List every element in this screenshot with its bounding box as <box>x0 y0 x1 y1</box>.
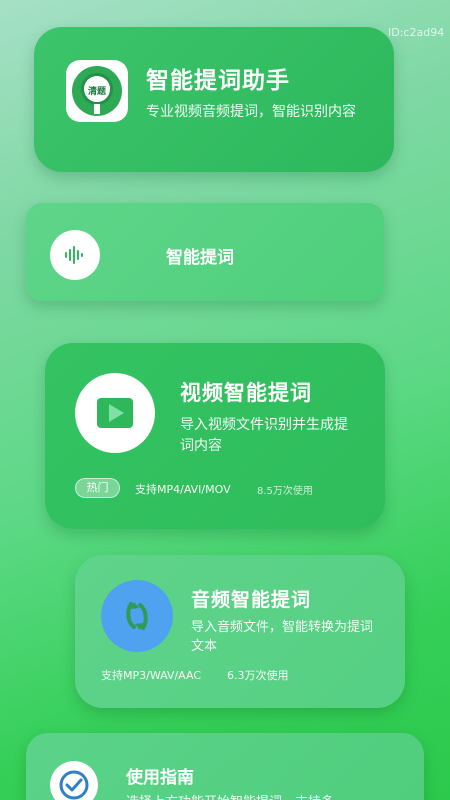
guide-card[interactable]: 使用指南 选择上方功能开始智能提词，支持多 <box>26 733 424 800</box>
video-description: 导入视频文件识别并生成提词内容 <box>180 417 348 454</box>
guide-description: 选择上方功能开始智能提词，支持多 <box>126 791 334 800</box>
video-prompt-card[interactable]: 视频智能提词 导入视频文件识别并生成提词内容 热门 支持MP4/AVI/MOV … <box>45 343 385 529</box>
audio-usage-count: 6.3万次使用 <box>227 669 289 682</box>
assistant-card[interactable]: 清题 智能提词助手 专业视频音频提词，智能识别内容 <box>34 27 394 172</box>
check-circle-icon <box>50 761 98 800</box>
assistant-description: 专业视频音频提词，智能识别内容 <box>146 104 356 120</box>
video-usage-count: 8.5万次使用 <box>257 486 313 497</box>
sound-wave-icon <box>50 230 100 280</box>
smart-prompt-label: 智能提词 <box>166 248 234 268</box>
audio-prompt-card[interactable]: 音频智能提词 导入音频文件，智能转换为提词文本 支持MP3/WAV/AAC 6.… <box>75 555 405 708</box>
guide-title: 使用指南 <box>126 768 194 788</box>
audio-formats: 支持MP3/WAV/AAC <box>101 669 201 682</box>
id-watermark: ID:c2ad94 <box>388 26 445 39</box>
video-play-icon <box>75 373 155 453</box>
audio-description: 导入音频文件，智能转换为提词文本 <box>191 620 374 654</box>
logo-text: 清题 <box>87 87 106 97</box>
smart-prompt-card[interactable]: 智能提词 <box>26 203 384 301</box>
video-title: 视频智能提词 <box>180 381 312 405</box>
video-formats: 支持MP4/AVI/MOV <box>135 483 231 496</box>
audio-title: 音频智能提词 <box>191 589 312 611</box>
app-logo: 清题 <box>66 60 128 122</box>
assistant-title: 智能提词助手 <box>146 68 290 94</box>
hot-badge: 热门 <box>75 478 120 498</box>
audio-convert-icon <box>101 580 173 652</box>
